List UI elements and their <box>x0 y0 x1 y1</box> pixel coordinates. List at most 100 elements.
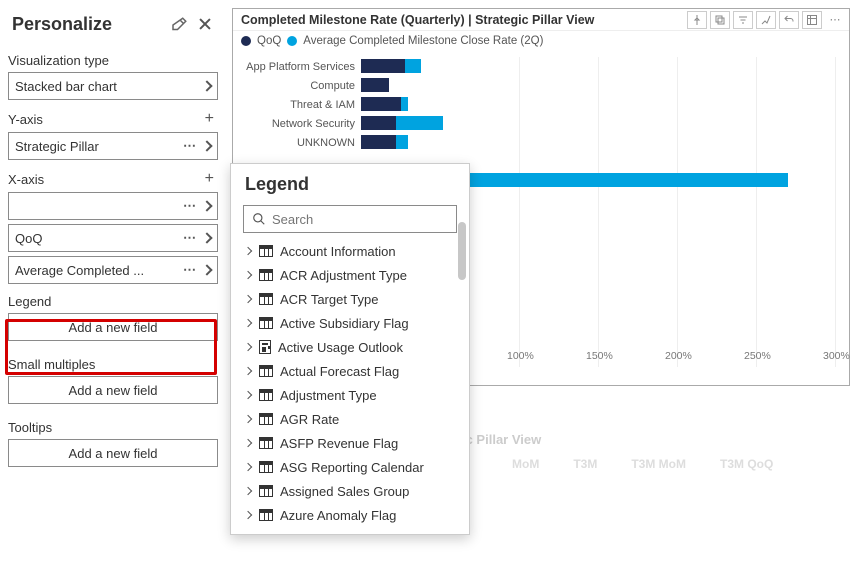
axis-tick: 150% <box>586 350 613 362</box>
field-item-label: Active Subsidiary Flag <box>280 316 409 331</box>
legend-label-1: Average Completed Milestone Close Rate (… <box>303 35 543 47</box>
field-item-label: Azure Anomaly Flag <box>280 508 396 523</box>
field-item[interactable]: ASFP Revenue Flag <box>231 431 469 455</box>
x-axis-field-2[interactable]: Average Completed ... ⋯ <box>8 256 218 284</box>
tooltips-add-field[interactable]: Add a new field <box>8 439 218 467</box>
field-item-label: Actual Forecast Flag <box>280 364 399 379</box>
bar-segment-avg[interactable] <box>401 97 409 111</box>
legend-swatch-qoq <box>241 36 251 46</box>
table-icon <box>259 485 273 497</box>
chevron-right-icon <box>244 247 252 255</box>
popup-list[interactable]: Account Information ACR Adjustment TypeAC… <box>231 239 469 534</box>
chevron-right-icon <box>244 487 252 495</box>
visualization-type-value: Stacked bar chart <box>15 79 197 94</box>
undo-icon[interactable] <box>779 11 799 29</box>
table-icon <box>259 413 273 425</box>
chart-toolbar: ⋯ <box>687 11 845 29</box>
table-icon <box>259 389 273 401</box>
chart-row: UNKNOWN <box>239 133 843 152</box>
add-y-axis-icon[interactable]: + <box>205 110 218 128</box>
field-item-label: ASFP Revenue Flag <box>280 436 398 451</box>
field-item[interactable]: AGR Rate <box>231 407 469 431</box>
chart-row: Threat & IAM <box>239 95 843 114</box>
chart-row: Compute <box>239 76 843 95</box>
close-icon[interactable] <box>196 16 214 34</box>
section-tooltips: Tooltips <box>8 414 218 439</box>
field-item[interactable]: ACR Adjustment Type <box>231 263 469 287</box>
chevron-right-icon <box>244 367 252 375</box>
bar-segment-avg[interactable] <box>405 59 421 73</box>
field-item[interactable]: Actual Forecast Flag <box>231 359 469 383</box>
x-axis-field-1[interactable]: QoQ ⋯ <box>8 224 218 252</box>
bar-segment-qoq[interactable] <box>361 78 389 92</box>
report-icon <box>259 340 271 354</box>
popup-search-input[interactable] <box>272 212 448 227</box>
add-x-axis-icon[interactable]: + <box>205 170 218 188</box>
brush-icon[interactable] <box>756 11 776 29</box>
bar-segment-avg[interactable] <box>396 116 443 130</box>
chevron-right-icon <box>201 200 212 211</box>
y-axis-field[interactable]: Strategic Pillar ⋯ <box>8 132 218 160</box>
bar-segment-qoq[interactable] <box>361 59 405 73</box>
field-item[interactable]: Active Subsidiary Flag <box>231 311 469 335</box>
chevron-right-icon <box>244 343 252 351</box>
chevron-right-icon <box>201 140 212 151</box>
bar-segment-qoq[interactable] <box>361 135 396 149</box>
field-picker-popup: Legend Account Information ACR Adjustment… <box>230 163 470 535</box>
pin-icon[interactable] <box>687 11 707 29</box>
more-icon[interactable]: ⋯ <box>183 198 197 214</box>
more-options-icon[interactable]: ⋯ <box>825 11 845 29</box>
legend-add-field[interactable]: Add a new field <box>8 313 218 341</box>
y-axis-value: Strategic Pillar <box>15 139 177 154</box>
bar-segment-qoq[interactable] <box>361 97 401 111</box>
axis-tick: 250% <box>744 350 771 362</box>
popup-title: Legend <box>231 164 469 201</box>
focus-mode-icon[interactable] <box>802 11 822 29</box>
chevron-right-icon <box>244 439 252 447</box>
field-item[interactable]: Azure Anomaly Flag <box>231 503 469 527</box>
more-icon[interactable]: ⋯ <box>183 230 197 246</box>
axis-tick: 300% <box>823 350 850 362</box>
clear-icon[interactable] <box>170 16 188 34</box>
chevron-right-icon <box>201 232 212 243</box>
small-multiples-add-field[interactable]: Add a new field <box>8 376 218 404</box>
copy-icon[interactable] <box>710 11 730 29</box>
more-icon[interactable]: ⋯ <box>183 138 197 154</box>
field-item-label: AGR Rate <box>280 412 339 427</box>
chart-title: Completed Milestone Rate (Quarterly) | S… <box>237 13 594 27</box>
bar-segment-qoq[interactable] <box>361 116 396 130</box>
popup-scrollbar-thumb[interactable] <box>458 222 466 280</box>
chevron-right-icon <box>244 415 252 423</box>
table-icon <box>259 461 273 473</box>
table-icon <box>259 269 273 281</box>
chart-header: Completed Milestone Rate (Quarterly) | S… <box>233 9 849 31</box>
field-item[interactable]: Assigned Sales Group <box>231 479 469 503</box>
personalize-panel: Personalize Visualization type Stacked b… <box>8 8 218 548</box>
section-y-axis: Y-axis+ <box>8 104 218 132</box>
category-label: Network Security <box>239 118 361 130</box>
field-item[interactable]: Adjustment Type <box>231 383 469 407</box>
legend-swatch-avg <box>287 36 297 46</box>
table-icon <box>259 509 273 521</box>
category-label: App Platform Services <box>239 61 361 73</box>
field-item[interactable]: Active Usage Outlook <box>231 335 469 359</box>
chart-legend: QoQ Average Completed Milestone Close Ra… <box>233 31 849 51</box>
bar-segment-avg[interactable] <box>396 135 409 149</box>
category-label: UNKNOWN <box>239 137 361 149</box>
filter-icon[interactable] <box>733 11 753 29</box>
field-item[interactable]: ACR Target Type <box>231 287 469 311</box>
visualization-type-selector[interactable]: Stacked bar chart <box>8 72 218 100</box>
field-item-label: Account Information <box>280 244 396 259</box>
legend-label-0: QoQ <box>257 35 281 47</box>
more-icon[interactable]: ⋯ <box>183 262 197 278</box>
panel-title: Personalize <box>12 14 112 35</box>
category-label: Threat & IAM <box>239 99 361 111</box>
chevron-right-icon <box>244 391 252 399</box>
panel-title-row: Personalize <box>8 8 218 47</box>
x-axis-field-0[interactable]: ⋯ <box>8 192 218 220</box>
field-item[interactable]: Account Information <box>231 239 469 263</box>
field-item[interactable]: ASG Reporting Calendar <box>231 455 469 479</box>
popup-search[interactable] <box>243 205 457 233</box>
chevron-right-icon <box>244 271 252 279</box>
field-item-label: Active Usage Outlook <box>278 340 403 355</box>
